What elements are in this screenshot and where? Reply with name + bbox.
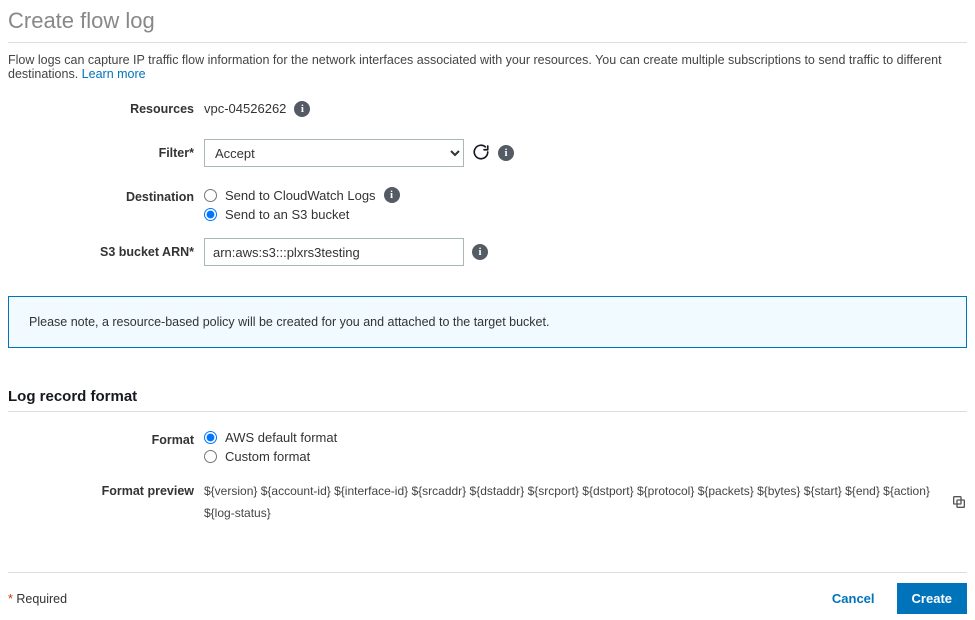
cancel-button[interactable]: Cancel bbox=[822, 583, 885, 614]
destination-radio-cloudwatch[interactable]: Send to CloudWatch Logs i bbox=[204, 187, 400, 203]
row-resources: Resources vpc-04526262 i bbox=[8, 95, 967, 123]
format-radio-default[interactable]: AWS default format bbox=[204, 430, 337, 445]
row-s3-arn: S3 bucket ARN* i bbox=[8, 238, 967, 266]
log-format-area: Format AWS default format Custom format … bbox=[8, 426, 967, 554]
radio-custom-input[interactable] bbox=[204, 450, 217, 463]
radio-cloudwatch-input[interactable] bbox=[204, 189, 217, 202]
label-s3-arn: S3 bucket ARN* bbox=[8, 238, 204, 266]
radio-default-label: AWS default format bbox=[225, 430, 337, 445]
footer: * Required Cancel Create bbox=[8, 572, 967, 614]
row-filter: Filter* Accept i bbox=[8, 139, 967, 167]
info-icon[interactable]: i bbox=[384, 187, 400, 203]
description-text: Flow logs can capture IP traffic flow in… bbox=[8, 53, 942, 81]
required-hint: * Required bbox=[8, 592, 67, 606]
radio-custom-label: Custom format bbox=[225, 449, 310, 464]
label-filter: Filter* bbox=[8, 139, 204, 167]
row-format-preview: Format preview ${version} ${account-id} … bbox=[8, 480, 967, 524]
radio-s3-label: Send to an S3 bucket bbox=[225, 207, 349, 222]
format-preview-value: ${version} ${account-id} ${interface-id}… bbox=[204, 480, 937, 524]
label-resources: Resources bbox=[8, 95, 204, 123]
learn-more-link[interactable]: Learn more bbox=[82, 67, 146, 81]
row-destination: Destination Send to CloudWatch Logs i Se… bbox=[8, 183, 967, 222]
asterisk-icon: * bbox=[8, 592, 13, 606]
radio-cloudwatch-label: Send to CloudWatch Logs bbox=[225, 188, 376, 203]
label-format: Format bbox=[8, 426, 204, 454]
radio-s3-input[interactable] bbox=[204, 208, 217, 221]
create-button[interactable]: Create bbox=[897, 583, 967, 614]
page-description: Flow logs can capture IP traffic flow in… bbox=[8, 43, 967, 95]
format-radio-custom[interactable]: Custom format bbox=[204, 449, 337, 464]
info-icon[interactable]: i bbox=[498, 145, 514, 161]
resources-value: vpc-04526262 bbox=[204, 95, 286, 123]
destination-radio-s3[interactable]: Send to an S3 bucket bbox=[204, 207, 400, 222]
info-icon[interactable]: i bbox=[472, 244, 488, 260]
row-format: Format AWS default format Custom format bbox=[8, 426, 967, 464]
label-destination: Destination bbox=[8, 183, 204, 211]
page-title: Create flow log bbox=[8, 6, 967, 43]
radio-default-input[interactable] bbox=[204, 431, 217, 444]
section-title-log-format: Log record format bbox=[8, 388, 967, 412]
filter-select[interactable]: Accept bbox=[204, 139, 464, 167]
form-area: Resources vpc-04526262 i Filter* Accept … bbox=[8, 95, 967, 296]
policy-note: Please note, a resource-based policy wil… bbox=[8, 296, 967, 348]
refresh-icon[interactable] bbox=[472, 143, 490, 164]
required-text: Required bbox=[16, 592, 67, 606]
info-icon[interactable]: i bbox=[294, 101, 310, 117]
s3-arn-input[interactable] bbox=[204, 238, 464, 266]
label-format-preview: Format preview bbox=[8, 480, 204, 502]
